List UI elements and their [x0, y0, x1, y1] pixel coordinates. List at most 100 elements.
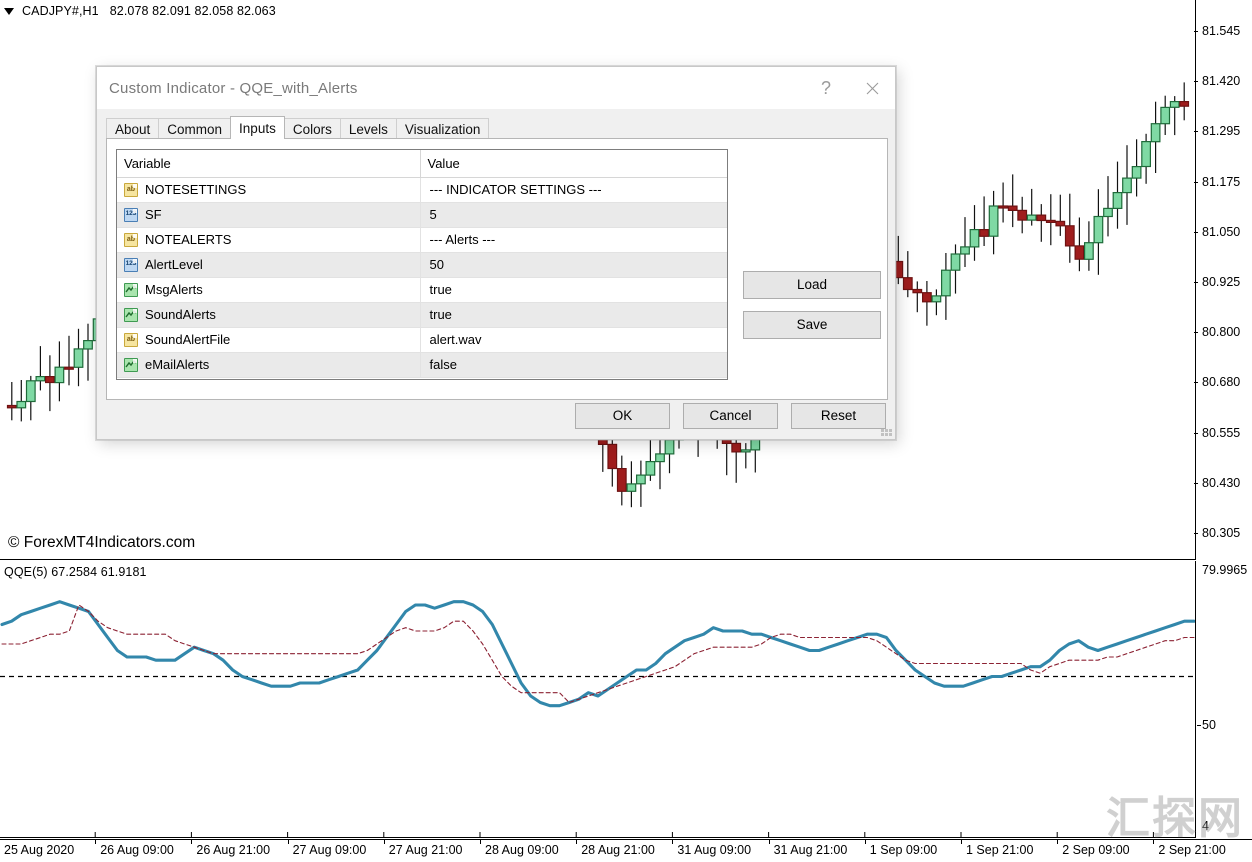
value-cell[interactable]: false [420, 352, 727, 377]
table-row[interactable]: MsgAlerts true [117, 277, 727, 302]
ok-button[interactable]: OK [575, 403, 670, 429]
price-tick-label: 81.295 [1202, 124, 1240, 138]
variable-cell-content: 123AlertLevel [124, 257, 420, 272]
variable-cell-content: abNOTESETTINGS [124, 182, 420, 197]
value-cell[interactable]: 5 [420, 202, 727, 227]
tab-colors[interactable]: Colors [284, 118, 341, 139]
price-tick-label: 80.925 [1202, 275, 1240, 289]
time-axis[interactable]: 25 Aug 202026 Aug 09:0026 Aug 21:0027 Au… [0, 839, 1252, 862]
tab-levels[interactable]: Levels [340, 118, 397, 139]
indicator-axis-top: 79.9965 [1202, 563, 1247, 577]
table-row[interactable]: abNOTESETTINGS --- INDICATOR SETTINGS --- [117, 177, 727, 202]
question-mark-icon: ? [821, 79, 831, 97]
tab-about[interactable]: About [106, 118, 159, 139]
string-type-icon: ab [124, 333, 138, 347]
price-tick: 80.555 [1197, 426, 1240, 440]
dialog-titlebar[interactable]: Custom Indicator - QQE_with_Alerts ? [97, 67, 895, 109]
value-cell[interactable]: --- Alerts --- [420, 227, 727, 252]
custom-indicator-dialog[interactable]: Custom Indicator - QQE_with_Alerts ? Abo… [96, 66, 896, 440]
price-tick-label: 81.050 [1202, 225, 1240, 239]
load-button[interactable]: Load [743, 271, 881, 299]
qqe-plot [0, 561, 1196, 838]
value-cell[interactable]: alert.wav [420, 327, 727, 352]
variable-cell[interactable]: abSoundAlertFile [117, 327, 420, 352]
help-button[interactable]: ? [803, 67, 849, 109]
inputs-tab-panel: Variable Value abNOTESETTINGS --- INDICAT… [106, 138, 888, 400]
column-header-value[interactable]: Value [420, 150, 727, 177]
time-tick-mark [480, 840, 481, 844]
table-header-row: Variable Value [117, 150, 727, 177]
time-tick-mark [672, 840, 673, 844]
tab-label: About [115, 122, 150, 137]
table-row[interactable]: 123 SF 5 [117, 202, 727, 227]
icon-fold-corner [133, 334, 137, 338]
variable-cell[interactable]: abNOTESETTINGS [117, 177, 420, 202]
symbol-label: CADJPY#,H1 [22, 4, 99, 18]
reset-button[interactable]: Reset [791, 403, 886, 429]
value-text: false [430, 357, 728, 372]
price-tick-label: 80.680 [1202, 375, 1240, 389]
resize-grip[interactable] [881, 425, 892, 436]
table-row[interactable]: abSoundAlertFilealert.wav [117, 327, 727, 352]
variable-cell-content: abSoundAlertFile [124, 332, 420, 347]
indicator-axis-bottom: 4 [1202, 819, 1209, 833]
time-tick-mark [191, 840, 192, 844]
boolean-type-icon [124, 308, 138, 322]
icon-fold-corner [133, 184, 137, 188]
tab-inputs[interactable]: Inputs [230, 116, 285, 139]
variable-cell[interactable]: ab NOTEALERTS [117, 227, 420, 252]
value-cell[interactable]: true [420, 302, 727, 327]
variable-name: SF [145, 207, 162, 222]
table-row[interactable]: ab NOTEALERTS --- Alerts --- [117, 227, 727, 252]
qqe-series-1 [2, 605, 1194, 703]
string-type-icon: ab [124, 233, 138, 247]
variable-cell[interactable]: 123 SF [117, 202, 420, 227]
value-text: true [430, 282, 728, 297]
tab-visualization[interactable]: Visualization [396, 118, 490, 139]
value-cell[interactable]: true [420, 277, 727, 302]
icon-fold-corner [133, 209, 137, 213]
time-tick-mark [288, 840, 289, 844]
value-cell[interactable]: --- INDICATOR SETTINGS --- [420, 177, 727, 202]
variable-cell[interactable]: SoundAlerts [117, 302, 420, 327]
price-tick: 80.680 [1197, 375, 1240, 389]
tab-common[interactable]: Common [158, 118, 231, 139]
time-tick-label: 26 Aug 21:00 [196, 843, 270, 857]
parameters-table-container[interactable]: Variable Value abNOTESETTINGS --- INDICAT… [116, 149, 728, 380]
price-tick: 81.545 [1197, 24, 1240, 38]
table-row[interactable]: SoundAlertstrue [117, 302, 727, 327]
variable-name: AlertLevel [145, 257, 203, 272]
price-tick: 80.925 [1197, 275, 1240, 289]
variable-cell[interactable]: 123AlertLevel [117, 252, 420, 277]
variable-cell[interactable]: MsgAlerts [117, 277, 420, 302]
price-axis[interactable]: 81.54581.42081.29581.17581.05080.92580.8… [1197, 0, 1252, 560]
variable-cell-content: MsgAlerts [124, 282, 420, 297]
qqe-series-0 [2, 602, 1194, 706]
variable-cell[interactable]: eMailAlerts [117, 352, 420, 377]
table-row[interactable]: 123AlertLevel 50 [117, 252, 727, 277]
table-row[interactable]: eMailAlerts false [117, 352, 727, 377]
time-tick-label: 2 Sep 09:00 [1062, 843, 1129, 857]
indicator-pane[interactable]: QQE(5) 67.2584 61.9181 [0, 561, 1196, 838]
price-tick-label: 80.305 [1202, 526, 1240, 540]
value-text: --- Alerts --- [430, 232, 728, 247]
cancel-button[interactable]: Cancel [683, 403, 778, 429]
variable-name: MsgAlerts [145, 282, 203, 297]
number-type-icon: 123 [124, 208, 138, 222]
close-icon [866, 82, 879, 95]
column-header-variable[interactable]: Variable [117, 150, 420, 177]
value-text: 50 [430, 257, 728, 272]
value-text: --- INDICATOR SETTINGS --- [430, 182, 728, 197]
variable-name: NOTEALERTS [145, 232, 231, 247]
icon-fold-corner [133, 359, 137, 363]
value-cell[interactable]: 50 [420, 252, 727, 277]
indicator-header: QQE(5) 67.2584 61.9181 [0, 561, 147, 583]
indicator-axis[interactable]: 79.9965 50 4 [1197, 561, 1252, 838]
price-tick-label: 80.555 [1202, 426, 1240, 440]
time-tick-label: 28 Aug 21:00 [581, 843, 655, 857]
chart-menu-triangle-icon[interactable] [4, 8, 14, 15]
dialog-tabstrip[interactable]: About CommonInputsColorsLevelsVisualizati… [106, 116, 488, 139]
close-button[interactable] [849, 67, 895, 109]
save-button[interactable]: Save [743, 311, 881, 339]
copyright-label: © ForexMT4Indicators.com [8, 534, 195, 552]
